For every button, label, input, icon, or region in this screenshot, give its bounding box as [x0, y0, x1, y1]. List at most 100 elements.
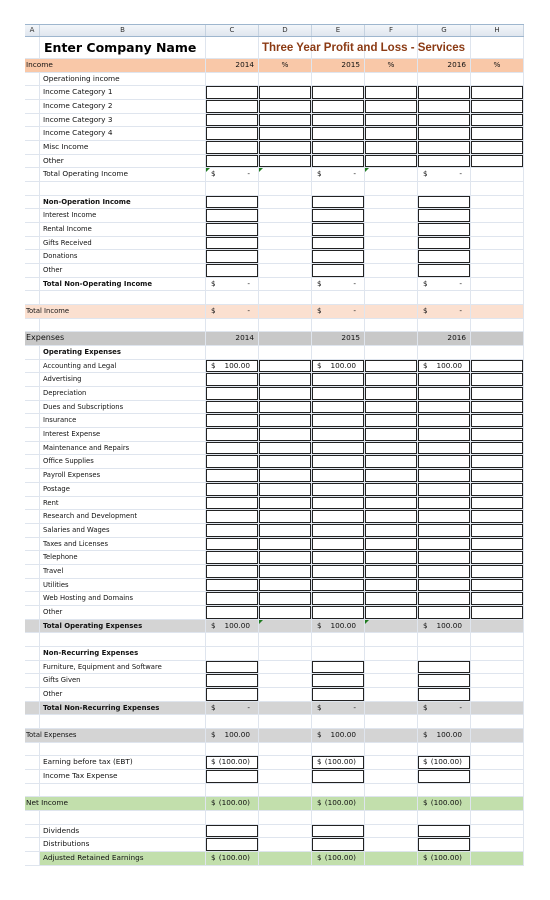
- input-cell[interactable]: [365, 537, 418, 552]
- cell[interactable]: [312, 810, 365, 825]
- cell[interactable]: [471, 838, 524, 852]
- cell[interactable]: [471, 182, 524, 196]
- input-cell[interactable]: [206, 400, 259, 415]
- input-cell[interactable]: [259, 127, 312, 142]
- cell[interactable]: [25, 414, 40, 429]
- cell[interactable]: [25, 346, 40, 360]
- cell[interactable]: [259, 810, 312, 825]
- row-label[interactable]: [40, 810, 206, 825]
- input-cell[interactable]: [471, 86, 524, 101]
- input-cell[interactable]: [206, 660, 259, 675]
- percent-header[interactable]: %: [259, 59, 312, 73]
- cell[interactable]: [471, 72, 524, 87]
- cell[interactable]: [206, 742, 259, 757]
- input-cell[interactable]: [471, 100, 524, 114]
- year-2015-amount[interactable]: $100.00: [312, 728, 365, 743]
- formula-warning-indicator-icon[interactable]: [206, 168, 210, 173]
- cell[interactable]: [259, 332, 312, 347]
- input-cell[interactable]: [259, 605, 312, 620]
- year-2016-amount[interactable]: $100.00: [418, 619, 471, 634]
- input-cell[interactable]: [365, 359, 418, 374]
- distributions-label[interactable]: Distributions: [40, 838, 206, 852]
- input-cell[interactable]: [418, 387, 471, 401]
- cell[interactable]: [471, 756, 524, 770]
- input-cell[interactable]: [365, 100, 418, 114]
- cell[interactable]: [206, 318, 259, 333]
- cell[interactable]: [471, 37, 524, 59]
- input-cell[interactable]: [259, 387, 312, 401]
- row-label[interactable]: [40, 318, 206, 333]
- row-label[interactable]: [40, 783, 206, 798]
- input-cell[interactable]: [471, 414, 524, 429]
- input-cell[interactable]: [259, 428, 312, 442]
- input-cell[interactable]: [418, 113, 471, 128]
- input-cell[interactable]: [259, 414, 312, 429]
- expense-item-label[interactable]: Web Hosting and Domains: [40, 592, 206, 606]
- cell[interactable]: [471, 168, 524, 183]
- expense-item-label[interactable]: Other: [40, 605, 206, 620]
- cell[interactable]: [365, 769, 418, 784]
- year-2014-amount[interactable]: $100.00: [206, 728, 259, 743]
- input-cell[interactable]: [365, 578, 418, 593]
- cell[interactable]: [418, 715, 471, 729]
- cell[interactable]: [312, 291, 365, 306]
- input-cell[interactable]: [471, 605, 524, 620]
- input-cell[interactable]: [365, 113, 418, 128]
- input-cell[interactable]: [418, 127, 471, 142]
- input-cell[interactable]: [312, 373, 365, 388]
- cell[interactable]: [418, 810, 471, 825]
- cell[interactable]: [312, 783, 365, 798]
- cell[interactable]: [471, 633, 524, 647]
- input-cell[interactable]: [471, 551, 524, 565]
- income-item-label[interactable]: Income Category 4: [40, 127, 206, 142]
- cell[interactable]: [25, 687, 40, 702]
- input-cell[interactable]: [418, 578, 471, 593]
- cell[interactable]: [206, 182, 259, 196]
- input-cell[interactable]: [312, 592, 365, 606]
- input-cell[interactable]: [206, 482, 259, 497]
- cell[interactable]: [471, 195, 524, 210]
- cell[interactable]: [365, 660, 418, 675]
- cell[interactable]: [418, 182, 471, 196]
- input-cell[interactable]: [259, 400, 312, 415]
- input-cell[interactable]: [259, 510, 312, 524]
- cell[interactable]: [25, 701, 40, 716]
- cell[interactable]: [25, 250, 40, 265]
- input-cell[interactable]: [312, 236, 365, 251]
- expense-item-label[interactable]: Maintenance and Repairs: [40, 441, 206, 456]
- cell[interactable]: [365, 346, 418, 360]
- input-cell[interactable]: [206, 824, 259, 839]
- cell[interactable]: [365, 838, 418, 852]
- non-operating-item-label[interactable]: Gifts Received: [40, 236, 206, 251]
- year-2016-amount[interactable]: $ (100.00): [418, 756, 471, 770]
- input-cell[interactable]: [471, 441, 524, 456]
- input-cell[interactable]: [206, 523, 259, 538]
- column-header-a[interactable]: A: [25, 25, 40, 36]
- input-cell[interactable]: [365, 373, 418, 388]
- cell[interactable]: [25, 100, 40, 114]
- input-cell[interactable]: [206, 551, 259, 565]
- input-cell[interactable]: [259, 100, 312, 114]
- input-cell[interactable]: [418, 496, 471, 511]
- income-tax-label[interactable]: Income Tax Expense: [40, 769, 206, 784]
- input-cell[interactable]: [471, 428, 524, 442]
- cell[interactable]: [471, 769, 524, 784]
- input-cell[interactable]: [206, 373, 259, 388]
- cell[interactable]: [365, 250, 418, 265]
- input-cell[interactable]: [471, 578, 524, 593]
- cell[interactable]: [206, 783, 259, 798]
- cell[interactable]: [312, 742, 365, 757]
- input-cell[interactable]: [365, 605, 418, 620]
- cell[interactable]: [25, 523, 40, 538]
- input-cell[interactable]: [365, 510, 418, 524]
- expense-item-label[interactable]: Taxes and Licenses: [40, 537, 206, 552]
- input-cell[interactable]: [206, 264, 259, 278]
- input-cell[interactable]: [312, 441, 365, 456]
- cell[interactable]: [25, 769, 40, 784]
- year-2015-amount[interactable]: $100.00: [312, 359, 365, 374]
- cell[interactable]: [471, 728, 524, 743]
- input-cell[interactable]: [418, 264, 471, 278]
- input-cell[interactable]: [471, 387, 524, 401]
- expense-item-label[interactable]: Payroll Expenses: [40, 469, 206, 483]
- column-header-c[interactable]: C: [206, 25, 259, 36]
